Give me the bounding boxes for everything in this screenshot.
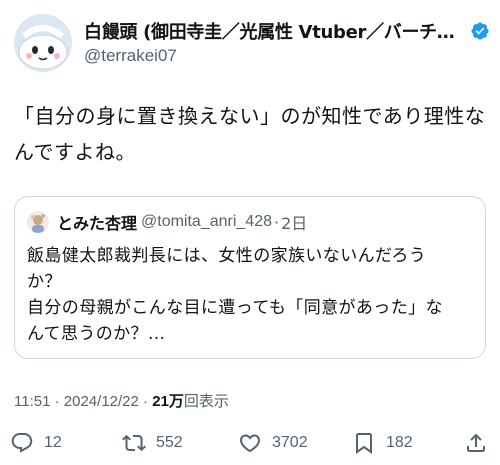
reply-button[interactable]: 12 bbox=[10, 428, 62, 458]
verified-badge-icon bbox=[471, 22, 489, 40]
tweet-date[interactable]: 2024/12/22 bbox=[64, 393, 139, 410]
tweet-time[interactable]: 11:51 bbox=[14, 393, 50, 410]
quoted-author-avatar bbox=[27, 211, 49, 233]
author-display-name[interactable]: 白饅頭 (御田寺圭／光属性 Vtuber／バーチャ… bbox=[84, 18, 468, 44]
quoted-avatar-image bbox=[27, 211, 49, 233]
quoted-tweet[interactable]: とみた杏理 @tomita_anri_428 · 2日 飯島健太郎裁判長には、女… bbox=[14, 196, 486, 359]
quoted-text-line: か？ bbox=[27, 272, 62, 292]
tweet-meta: 11:51 · 2024/12/22 · 21万回表示 bbox=[14, 390, 229, 411]
avatar-image bbox=[14, 14, 72, 72]
quoted-tweet-header: とみた杏理 @tomita_anri_428 · 2日 bbox=[27, 211, 307, 233]
like-count: 3702 bbox=[272, 434, 308, 451]
retweet-icon bbox=[122, 434, 146, 452]
quoted-text-line: んて思うのか？... bbox=[27, 324, 166, 344]
bookmark-button[interactable]: 182 bbox=[352, 428, 413, 458]
quoted-text-line: 飯島健太郎裁判長には、女性の家族いないんだろう bbox=[27, 246, 427, 266]
tweet-text-line: んですよね。 bbox=[14, 140, 136, 164]
reply-count: 12 bbox=[44, 434, 62, 451]
meta-separator: · bbox=[143, 393, 149, 410]
tweet-header: 白饅頭 (御田寺圭／光属性 Vtuber／バーチャ… @terrakei07 bbox=[14, 12, 490, 76]
views-count: 21万 bbox=[152, 393, 184, 410]
meta-separator: · bbox=[54, 393, 60, 410]
reply-icon bbox=[11, 433, 33, 453]
views-label: 回表示 bbox=[183, 393, 229, 410]
like-button[interactable]: 3702 bbox=[238, 428, 308, 458]
author-avatar[interactable] bbox=[14, 14, 72, 72]
action-bar: 12 552 3702 182 bbox=[10, 428, 490, 458]
quoted-handle: @tomita_anri_428 bbox=[141, 213, 272, 230]
share-button[interactable] bbox=[464, 428, 488, 458]
quoted-display-name: とみた杏理 bbox=[57, 214, 138, 233]
quoted-separator: · bbox=[274, 212, 280, 232]
author-handle[interactable]: @terrakei07 bbox=[84, 46, 490, 66]
quoted-date: 2日 bbox=[281, 214, 308, 233]
retweet-button[interactable]: 552 bbox=[122, 428, 183, 458]
like-icon bbox=[239, 434, 261, 453]
share-icon bbox=[467, 433, 485, 452]
quoted-text-line: 自分の母親がこんな目に遭っても「同意があった」な bbox=[27, 298, 443, 318]
tweet-text-line: 「自分の身に置き換えない」のが知性であり理性な bbox=[14, 104, 486, 128]
tweet-text: 「自分の身に置き換えない」のが知性であり理性な んですよね。 bbox=[14, 98, 486, 170]
quoted-text: 飯島健太郎裁判長には、女性の家族いないんだろう か？ 自分の母親がこんな目に遭っ… bbox=[27, 243, 475, 347]
bookmark-count: 182 bbox=[386, 434, 413, 451]
author-names: 白饅頭 (御田寺圭／光属性 Vtuber／バーチャ… @terrakei07 bbox=[84, 18, 490, 66]
retweet-count: 552 bbox=[156, 434, 183, 451]
bookmark-icon bbox=[356, 433, 372, 454]
